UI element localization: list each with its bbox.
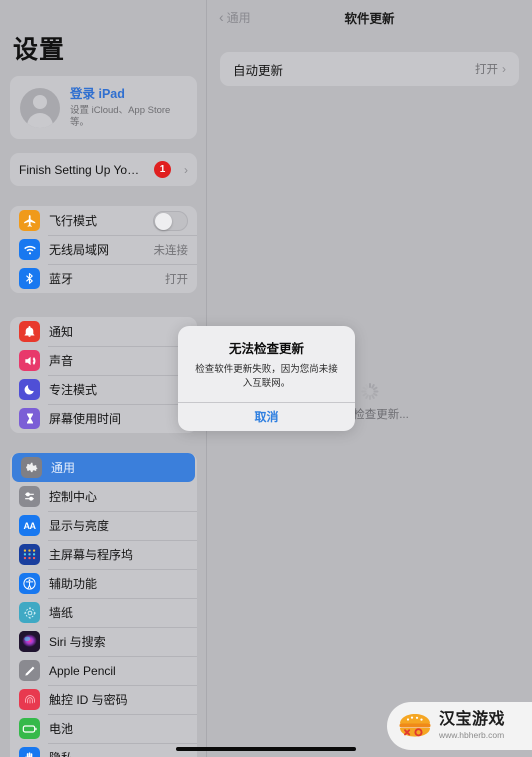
back-button[interactable]: ‹ 通用	[219, 9, 251, 26]
sidebar-item-touch-id-passcode[interactable]: 触控 ID 与密码	[10, 685, 197, 714]
control-center-icon	[19, 486, 40, 508]
sidebar-item-label: 专注模式	[49, 383, 98, 398]
watermark-url: www.hbherb.com	[439, 729, 505, 740]
speaker-icon	[19, 350, 40, 372]
sidebar-item-focus[interactable]: 专注模式	[10, 375, 197, 404]
row-value: 打开	[475, 64, 498, 76]
status-badge: 1	[154, 161, 171, 179]
battery-icon	[19, 718, 40, 740]
alerts-group: 通知 声音 专注模式 屏幕使用时间	[10, 317, 197, 434]
sidebar-item-label: 声音	[49, 354, 74, 369]
sidebar-item-bluetooth[interactable]: 蓝牙 打开	[10, 264, 197, 293]
sidebar-item-wallpaper[interactable]: 墙纸	[10, 598, 197, 627]
cancel-button[interactable]: 取消	[178, 403, 355, 431]
sidebar-item-label: 控制中心	[49, 490, 98, 505]
sidebar-item-control-center[interactable]: 控制中心	[10, 482, 197, 511]
loading-spinner-icon	[361, 383, 378, 400]
back-button-label: 通用	[226, 10, 251, 25]
sidebar-item-airplane-mode[interactable]: 飞行模式	[10, 206, 197, 235]
sidebar-item-accessibility[interactable]: 辅助功能	[10, 569, 197, 598]
sidebar-item-home-screen-dock[interactable]: 主屏幕与程序坞	[10, 540, 197, 569]
sidebar-item-label: 主屏幕与程序坞	[49, 548, 134, 563]
dialog-title: 无法检查更新	[228, 342, 304, 356]
sidebar-item-label: 辅助功能	[49, 577, 98, 592]
touch-id-icon	[19, 689, 40, 711]
sidebar-item-label: Apple Pencil	[49, 663, 116, 678]
privacy-hand-icon	[19, 747, 40, 757]
burger-logo-icon	[397, 711, 433, 741]
sidebar-item-siri-search[interactable]: Siri 与搜索	[10, 627, 197, 656]
sidebar-item-label: 通知	[49, 325, 74, 340]
sidebar-item-label: 隐私	[49, 749, 188, 757]
account-name: 登录 iPad	[70, 87, 125, 101]
bluetooth-icon	[19, 268, 40, 290]
sidebar-item-label: 通用	[51, 461, 76, 476]
setup-label: Finish Setting Up Your...	[19, 162, 145, 177]
airplane-mode-toggle[interactable]	[153, 210, 188, 231]
sidebar-item-label: 无线局域网	[49, 243, 110, 258]
sidebar-item-general[interactable]: 通用	[12, 453, 195, 483]
wifi-icon	[19, 239, 40, 261]
account-group: 登录 iPad 设置 iCloud、App Store 等。	[10, 76, 197, 140]
sidebar-item-finish-setup[interactable]: Finish Setting Up Your... 1 ›	[10, 153, 197, 186]
setup-group: Finish Setting Up Your... 1 ›	[10, 153, 197, 187]
account-subtitle: 设置 iCloud、App Store 等。	[70, 104, 171, 128]
navigation-bar: ‹ 通用 软件更新	[207, 0, 532, 34]
display-aa-icon: AA	[19, 515, 40, 537]
page-title: 设置	[13, 36, 66, 64]
sidebar-item-apple-pencil[interactable]: Apple Pencil	[10, 656, 197, 685]
person-avatar-icon	[20, 87, 60, 128]
accessibility-icon	[19, 573, 40, 595]
sidebar-item-notifications[interactable]: 通知	[10, 317, 197, 346]
sidebar-item-sounds[interactable]: 声音	[10, 346, 197, 375]
home-screen-grid-icon	[19, 544, 40, 566]
connectivity-group: 飞行模式 无线局域网 未连接 蓝牙 打开	[10, 206, 197, 294]
sidebar-item-wifi[interactable]: 无线局域网 未连接	[10, 235, 197, 264]
moon-icon	[19, 379, 40, 401]
system-group: 通用 控制中心 AA 显示与亮度 主屏幕与程序坞 辅助功能 墙纸 Siri 与搜…	[10, 453, 197, 757]
sidebar-item-privacy[interactable]: 隐私	[10, 743, 197, 757]
sidebar-item-battery[interactable]: 电池	[10, 714, 197, 743]
chevron-left-icon: ‹	[219, 9, 224, 25]
account-card[interactable]: 登录 iPad 设置 iCloud、App Store 等。	[10, 76, 197, 139]
pencil-icon	[19, 660, 40, 682]
sidebar-item-label: 电池	[49, 722, 74, 737]
home-indicator[interactable]	[176, 747, 356, 751]
chevron-right-icon: ›	[502, 62, 506, 76]
sidebar-item-label: 屏幕使用时间	[49, 412, 122, 427]
row-automatic-updates[interactable]: 自动更新 打开 ›	[220, 52, 519, 86]
watermark: 汉宝游戏 www.hbherb.com	[387, 702, 532, 750]
software-update-group: 自动更新 打开 ›	[220, 52, 519, 86]
airplane-icon	[19, 210, 40, 232]
gear-icon	[21, 457, 42, 479]
sidebar-item-label: 触控 ID 与密码	[49, 693, 128, 708]
bluetooth-status-value: 打开	[165, 273, 188, 286]
hourglass-icon	[19, 408, 40, 430]
settings-sidebar: 设置 登录 iPad 设置 iCloud、App Store 等。 Finish…	[0, 0, 207, 757]
wifi-status-value: 未连接	[153, 244, 189, 257]
ipad-settings-screen: 设置 登录 iPad 设置 iCloud、App Store 等。 Finish…	[0, 0, 532, 757]
sidebar-item-label: 显示与亮度	[49, 519, 110, 534]
watermark-title: 汉宝游戏	[439, 711, 506, 729]
sidebar-item-display-brightness[interactable]: AA 显示与亮度	[10, 511, 197, 540]
dialog-message: 检查软件更新失败，因为您尚未接入互联网。	[195, 364, 338, 389]
chevron-right-icon: ›	[184, 162, 188, 177]
row-label: 自动更新	[233, 63, 284, 78]
sidebar-item-label: Siri 与搜索	[49, 635, 106, 650]
wallpaper-icon	[19, 602, 40, 624]
sidebar-item-screen-time[interactable]: 屏幕使用时间	[10, 404, 197, 433]
siri-icon	[19, 631, 40, 653]
cannot-check-update-dialog: 无法检查更新 检查软件更新失败，因为您尚未接入互联网。 取消	[178, 326, 355, 431]
sidebar-item-label: 飞行模式	[49, 214, 98, 229]
nav-title: 软件更新	[344, 11, 395, 26]
bell-icon	[19, 321, 40, 343]
sidebar-item-label: 蓝牙	[49, 272, 74, 287]
sidebar-item-label: 墙纸	[49, 606, 74, 621]
